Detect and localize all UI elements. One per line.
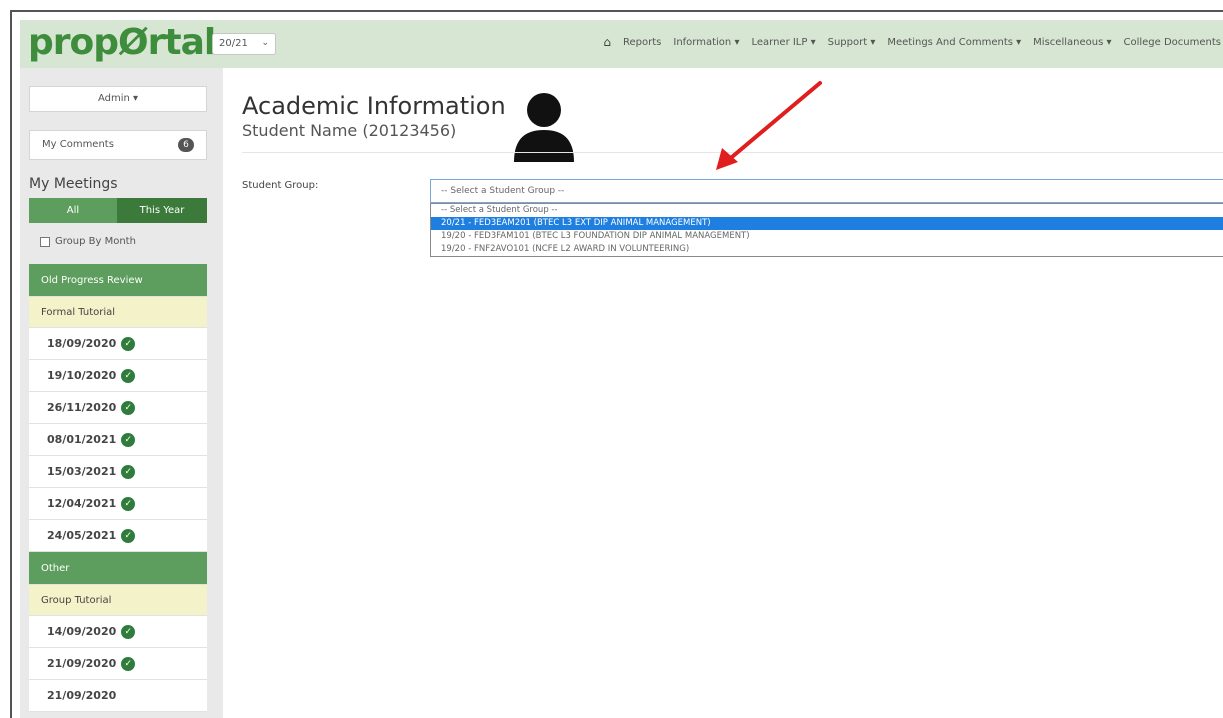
meeting-date: 21/09/2020 <box>47 689 117 702</box>
year-value: 20/21 <box>219 38 248 49</box>
nav-miscellaneous[interactable]: Miscellaneous ▾ <box>1033 37 1111 48</box>
subsection-formal-tutorial[interactable]: Formal Tutorial <box>29 297 207 328</box>
section-header-other[interactable]: Other <box>29 552 207 585</box>
nav-support[interactable]: Support ▾ <box>828 37 876 48</box>
option-item[interactable]: 19/20 - FED3FAM101 (BTEC L3 FOUNDATION D… <box>431 230 1223 243</box>
page-title: Academic Information <box>242 92 506 120</box>
check-circle-icon: ✓ <box>121 400 136 415</box>
check-circle-icon: ✓ <box>121 336 136 351</box>
nav-information[interactable]: Information ▾ <box>673 37 739 48</box>
check-circle-icon: ✓ <box>121 432 136 447</box>
meeting-item[interactable]: 21/09/2020 <box>29 680 207 712</box>
option-item[interactable]: 19/20 - FNF2AVO101 (NCFE L2 AWARD IN VOL… <box>431 243 1223 256</box>
student-group-options: -- Select a Student Group -- 20/21 - FED… <box>430 203 1223 257</box>
subsection-group-tutorial[interactable]: Group Tutorial <box>29 585 207 616</box>
option-placeholder[interactable]: -- Select a Student Group -- <box>431 204 1223 217</box>
meeting-date: 21/09/2020 <box>47 657 117 670</box>
home-icon[interactable]: ⌂ <box>603 35 611 49</box>
meeting-date: 18/09/2020 <box>47 337 117 350</box>
student-name: Student Name (20123456) <box>242 121 457 140</box>
meeting-date: 12/04/2021 <box>47 497 117 510</box>
sidebar: Admin ▾ My Comments 6 My Meetings All Th… <box>20 68 223 718</box>
nav-learner-ilp[interactable]: Learner ILP ▾ <box>751 37 815 48</box>
my-comments-link[interactable]: My Comments 6 <box>29 130 207 160</box>
group-by-month-option[interactable]: Group By Month <box>40 236 136 247</box>
my-comments-label: My Comments <box>42 139 114 150</box>
chevron-down-icon: ⌄ <box>261 38 269 48</box>
filter-all-button[interactable]: All <box>29 198 117 223</box>
admin-dropdown[interactable]: Admin ▾ <box>29 86 207 112</box>
meeting-item[interactable]: 18/09/2020 ✓ <box>29 328 207 360</box>
check-circle-icon: ✓ <box>121 656 136 671</box>
top-navbar: propØrtal 20/21 ⌄ ⌂ Reports Information … <box>20 20 1223 68</box>
my-meetings-heading: My Meetings <box>29 176 118 192</box>
nav-college-documents[interactable]: College Documents <box>1123 37 1221 48</box>
meeting-item[interactable]: 08/01/2021 ✓ <box>29 424 207 456</box>
meeting-date: 08/01/2021 <box>47 433 117 446</box>
meeting-item[interactable]: 21/09/2020 ✓ <box>29 648 207 680</box>
group-by-month-label: Group By Month <box>55 236 136 247</box>
nav-meetings-comments[interactable]: Meetings And Comments ▾ <box>887 37 1021 48</box>
check-circle-icon: ✓ <box>121 464 136 479</box>
meeting-item[interactable]: 12/04/2021 ✓ <box>29 488 207 520</box>
app-frame: propØrtal 20/21 ⌄ ⌂ Reports Information … <box>10 10 1223 718</box>
nav-reports[interactable]: Reports <box>623 37 661 48</box>
select-placeholder: -- Select a Student Group -- <box>441 186 565 196</box>
meeting-date: 26/11/2020 <box>47 401 117 414</box>
year-select[interactable]: 20/21 ⌄ <box>212 33 276 55</box>
meetings-filter-toggle: All This Year <box>29 198 207 223</box>
student-group-select[interactable]: -- Select a Student Group -- ⌄ <box>430 179 1223 203</box>
check-circle-icon: ✓ <box>121 368 136 383</box>
check-circle-icon: ✓ <box>121 528 136 543</box>
meetings-list: Old Progress Review Formal Tutorial 18/0… <box>29 264 207 712</box>
meeting-date: 14/09/2020 <box>47 625 117 638</box>
student-group-label: Student Group: <box>242 180 319 191</box>
meeting-date: 15/03/2021 <box>47 465 117 478</box>
option-highlighted[interactable]: 20/21 - FED3EAM201 (BTEC L3 EXT DIP ANIM… <box>431 217 1223 230</box>
meeting-item[interactable]: 19/10/2020 ✓ <box>29 360 207 392</box>
check-circle-icon: ✓ <box>121 496 136 511</box>
proportal-logo[interactable]: propØrtal <box>28 22 216 63</box>
meeting-date: 24/05/2021 <box>47 529 117 542</box>
nav-menu: ⌂ Reports Information ▾ Learner ILP ▾ Su… <box>603 35 1221 49</box>
red-arrow-annotation <box>716 81 822 170</box>
comments-count-badge: 6 <box>178 138 194 152</box>
meeting-date: 19/10/2020 <box>47 369 117 382</box>
meeting-item[interactable]: 24/05/2021 ✓ <box>29 520 207 552</box>
check-circle-icon: ✓ <box>121 624 136 639</box>
meeting-item[interactable]: 14/09/2020 ✓ <box>29 616 207 648</box>
section-header-old-progress-review[interactable]: Old Progress Review <box>29 264 207 297</box>
filter-this-year-button[interactable]: This Year <box>117 198 207 223</box>
meeting-item[interactable]: 26/11/2020 ✓ <box>29 392 207 424</box>
group-by-month-checkbox[interactable] <box>40 236 50 247</box>
meeting-item[interactable]: 15/03/2021 ✓ <box>29 456 207 488</box>
